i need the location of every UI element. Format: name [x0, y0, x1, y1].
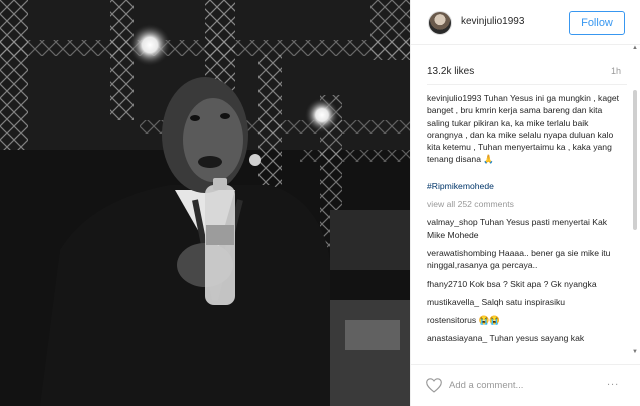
post-photo[interactable]: [0, 0, 410, 406]
caption: kevinjulio1993 Tuhan Yesus ini ga mungki…: [427, 92, 623, 166]
caption-text: Tuhan Yesus ini ga mungkin , kaget bange…: [427, 93, 620, 165]
post-sidebar: kevinjulio1993 Follow 13.2k likes 1h kev…: [410, 0, 640, 406]
scroll-down-icon[interactable]: ▼: [632, 349, 638, 355]
avatar[interactable]: [428, 11, 452, 35]
comment-username[interactable]: verawatishombing: [427, 248, 496, 258]
hashtag-link[interactable]: #Ripmikemohede: [427, 180, 623, 192]
follow-button[interactable]: Follow: [569, 11, 625, 35]
comment-username[interactable]: anastasiayana_: [427, 333, 487, 343]
comment-username[interactable]: rostensitorus: [427, 315, 476, 325]
more-options-icon[interactable]: ...: [607, 376, 619, 388]
heart-icon[interactable]: [425, 377, 443, 393]
comments-scrollbar[interactable]: ▲ ▼: [631, 45, 639, 363]
divider: [427, 84, 627, 85]
comment-item: fhany2710 Kok bsa ? Skit apa ? Gk nyangk…: [427, 278, 623, 290]
comments-list[interactable]: kevinjulio1993 Tuhan Yesus ini ga mungki…: [427, 92, 623, 364]
view-all-comments-link[interactable]: view all 252 comments: [427, 198, 623, 210]
comment-item: verawatishombing Haaaa.. bener ga sie mi…: [427, 247, 623, 272]
scroll-thumb[interactable]: [633, 90, 637, 230]
comment-text: 😭😭: [478, 315, 500, 326]
add-comment-input[interactable]: [449, 374, 599, 396]
comment-username[interactable]: valmay_shop: [427, 217, 478, 227]
photo-scene: [0, 0, 410, 406]
post-header: kevinjulio1993 Follow: [411, 0, 640, 45]
post-author-username[interactable]: kevinjulio1993: [461, 16, 524, 27]
caption-username[interactable]: kevinjulio1993: [427, 93, 481, 103]
comment-item: valmay_shop Tuhan Yesus pasti menyertai …: [427, 216, 623, 241]
comment-text: Kok bsa ? Skit apa ? Gk nyangka: [469, 278, 597, 289]
comment-text: Tuhan yesus sayang kak: [489, 333, 585, 344]
post-age: 1h: [611, 66, 622, 76]
comment-username[interactable]: mustikavella_: [427, 297, 479, 307]
comment-item: mustikavella_ Salqh satu inspirasiku: [427, 296, 623, 308]
scroll-up-icon[interactable]: ▲: [632, 45, 638, 51]
post-footer: ...: [411, 364, 640, 406]
likes-count[interactable]: 13.2k likes: [427, 66, 474, 77]
comment-username[interactable]: fhany2710: [427, 279, 467, 289]
comment-text: Salqh satu inspirasiku: [481, 296, 566, 307]
comment-item: rostensitorus 😭😭: [427, 314, 623, 326]
comment-item: anastasiayana_ Tuhan yesus sayang kak: [427, 332, 623, 344]
